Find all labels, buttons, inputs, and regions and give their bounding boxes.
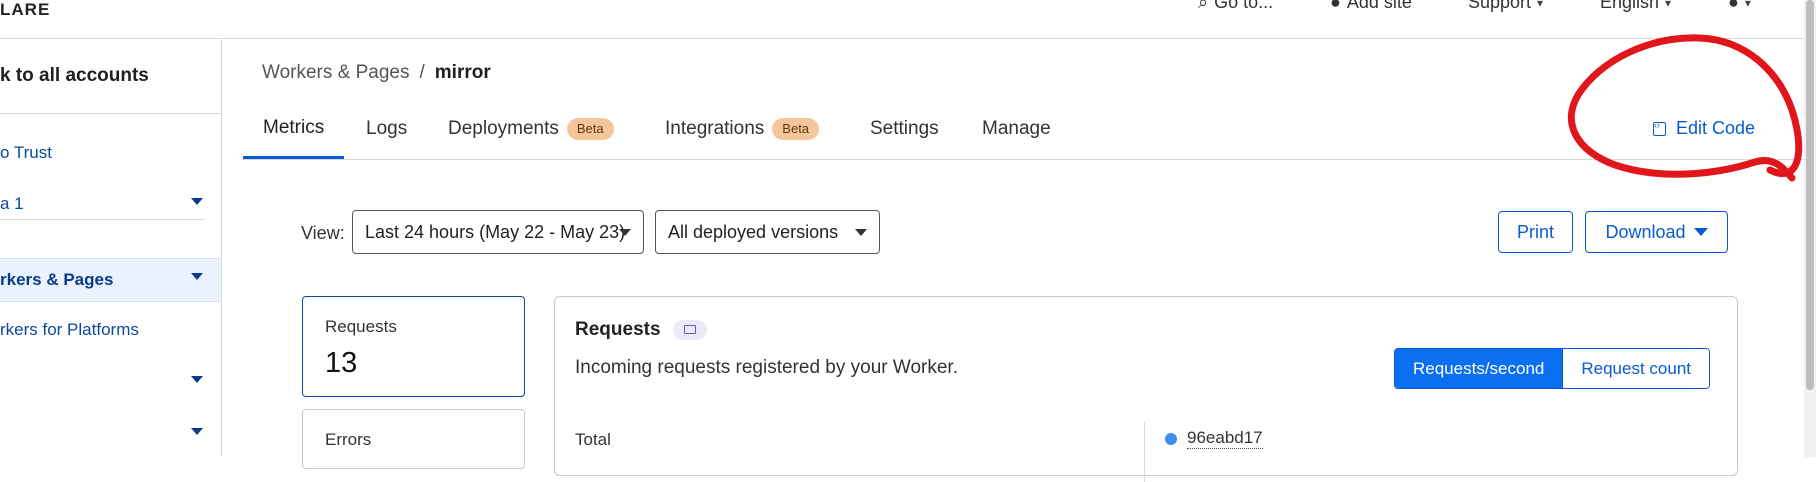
breadcrumb: Workers & Pages / mirror: [262, 62, 491, 84]
edit-code-button[interactable]: Edit Code: [1653, 118, 1755, 139]
versions-select[interactable]: All deployed versions: [655, 210, 880, 254]
sidebar-item-label: rkers & Pages: [0, 270, 114, 289]
tab-label: Manage: [982, 118, 1051, 139]
chevron-down-icon: [191, 376, 203, 383]
chevron-down-icon: ▾: [1744, 0, 1751, 10]
sidebar: k to all accounts o Trust a 1 rkers & Pa…: [0, 39, 222, 457]
caret-down-icon: [619, 229, 631, 236]
scrollbar-thumb[interactable]: [1806, 0, 1814, 390]
stat-value: 13: [325, 347, 358, 379]
back-label: k to all accounts: [0, 65, 149, 86]
tab-label: Integrations: [665, 118, 765, 139]
search-icon: ⌕: [1198, 0, 1209, 12]
caret-down-icon: [1693, 228, 1708, 236]
top-bar: LARE ⌕ Go to... ● Add site Support ▾ Eng…: [0, 0, 1816, 39]
panel-title: Requests: [575, 319, 707, 341]
view-label: View:: [301, 223, 345, 243]
logo[interactable]: LARE: [0, 0, 50, 20]
add-site-label: Add site: [1346, 0, 1412, 12]
edit-code-label: Edit Code: [1676, 118, 1756, 138]
sidebar-item-label: o Trust: [0, 143, 52, 162]
sidebar-item-collapsed-2[interactable]: [0, 414, 221, 454]
goto-label: Go to...: [1214, 0, 1274, 12]
time-range-value: Last 24 hours (May 22 - May 23): [365, 221, 626, 242]
stat-label: Errors: [325, 430, 372, 449]
sidebar-item-collapsed-1[interactable]: [0, 362, 221, 402]
sidebar-item-workers-platforms[interactable]: rkers for Platforms: [0, 310, 221, 350]
chevron-down-icon: [191, 273, 203, 280]
requests-panel: Requests Incoming requests registered by…: [554, 296, 1738, 482]
print-button[interactable]: Print: [1498, 211, 1573, 253]
tab-label: Deployments: [448, 118, 559, 139]
user-menu[interactable]: ● ▾: [1728, 0, 1751, 13]
add-site-button[interactable]: ● Add site: [1330, 0, 1412, 13]
language-label: English: [1600, 0, 1660, 12]
tab-logs[interactable]: Logs: [366, 100, 407, 158]
docs-book-icon[interactable]: [672, 320, 707, 340]
requests-stat-card[interactable]: Requests 13: [302, 296, 525, 397]
goto-button[interactable]: ⌕ Go to...: [1198, 0, 1273, 13]
version-legend: 96eabd17: [1165, 428, 1263, 449]
tab-deployments[interactable]: Deployments Beta: [448, 100, 614, 158]
download-button[interactable]: Download: [1585, 211, 1728, 253]
support-label: Support: [1468, 0, 1532, 12]
language-menu[interactable]: English ▾: [1600, 0, 1671, 13]
sidebar-item-account[interactable]: a 1: [0, 184, 221, 224]
download-label: Download: [1605, 221, 1686, 242]
tab-metrics[interactable]: Metrics: [243, 100, 345, 159]
panel-subtitle: Incoming requests registered by your Wor…: [575, 357, 958, 378]
back-to-accounts-link[interactable]: k to all accounts: [0, 39, 221, 114]
beta-badge: Beta: [772, 118, 820, 140]
sidebar-item-zero-trust[interactable]: o Trust: [0, 133, 221, 173]
beta-badge: Beta: [566, 118, 614, 140]
print-label: Print: [1516, 221, 1554, 242]
tab-bar: Metrics Logs Deployments Beta Integratio…: [243, 100, 1816, 160]
series-dot-icon: [1165, 432, 1177, 445]
tab-label: Logs: [366, 118, 408, 139]
panel-divider: [1144, 422, 1145, 482]
time-range-select[interactable]: Last 24 hours (May 22 - May 23): [352, 210, 644, 254]
support-menu[interactable]: Support ▾: [1468, 0, 1543, 13]
version-id[interactable]: 96eabd17: [1187, 428, 1263, 449]
breadcrumb-current: mirror: [434, 62, 491, 83]
info-icon: ●: [1330, 0, 1341, 12]
request-count-toggle[interactable]: Request count: [1562, 349, 1710, 388]
chevron-down-icon: ▾: [1537, 0, 1544, 10]
breadcrumb-separator: /: [419, 62, 425, 83]
panel-title-text: Requests: [575, 319, 661, 340]
tab-manage[interactable]: Manage: [982, 100, 1051, 158]
total-label: Total: [575, 430, 611, 449]
chevron-down-icon: [191, 198, 203, 205]
metric-toggle: Requests/second Request count: [1394, 348, 1711, 389]
stat-label: Requests: [325, 317, 397, 336]
tab-settings[interactable]: Settings: [870, 100, 939, 158]
tab-label: Metrics: [263, 117, 325, 138]
sidebar-divider: [0, 219, 205, 220]
chevron-down-icon: [191, 428, 203, 435]
user-icon: ●: [1728, 0, 1739, 12]
tab-label: Settings: [870, 118, 939, 139]
sidebar-item-label: rkers for Platforms: [0, 320, 139, 339]
sidebar-item-workers-pages[interactable]: rkers & Pages: [0, 258, 221, 302]
caret-down-icon: [855, 229, 867, 236]
versions-value: All deployed versions: [668, 221, 839, 242]
errors-stat-card[interactable]: Errors: [302, 409, 525, 469]
code-file-icon: [1653, 120, 1666, 136]
tab-integrations[interactable]: Integrations Beta: [665, 100, 820, 158]
requests-per-second-toggle[interactable]: Requests/second: [1395, 349, 1563, 388]
chevron-down-icon: ▾: [1665, 0, 1672, 10]
sidebar-item-label: a 1: [0, 194, 24, 213]
breadcrumb-parent[interactable]: Workers & Pages: [262, 62, 409, 84]
